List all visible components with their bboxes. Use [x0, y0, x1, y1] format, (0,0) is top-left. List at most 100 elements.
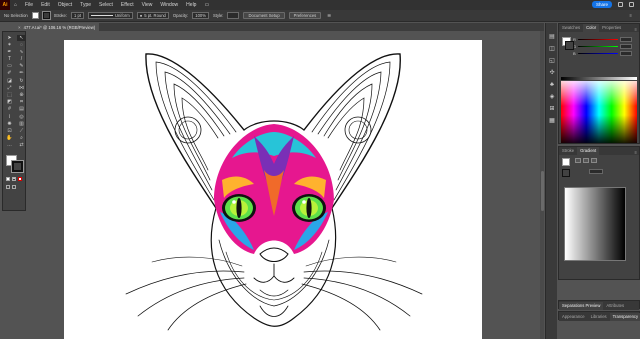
tab-color[interactable]: Color [583, 24, 600, 32]
stroke-swatch[interactable] [41, 11, 51, 20]
free-transform-tool-icon[interactable]: ⬚ [5, 93, 14, 99]
shape-builder-tool-icon[interactable]: ⊕ [17, 93, 26, 99]
panel-menu-icon[interactable]: ≡ [635, 27, 639, 32]
shaper-tool-icon[interactable]: ✐ [5, 71, 14, 77]
graphic-styles-icon[interactable]: ◈ [548, 93, 556, 100]
pencil-tool-icon[interactable]: ✏ [17, 71, 26, 77]
radial-gradient-icon[interactable] [583, 158, 589, 163]
workspace-icon[interactable] [618, 2, 623, 7]
properties-icon[interactable]: ◫ [548, 45, 556, 52]
pen-tool-icon[interactable]: ✒ [5, 49, 14, 55]
gradient-tool-icon[interactable]: ▤ [17, 107, 26, 113]
menu-type[interactable]: Type [76, 2, 95, 8]
scrollbar-thumb[interactable] [540, 171, 544, 211]
arrange-documents-icon[interactable]: ▭ [200, 2, 213, 8]
tab-stroke[interactable]: Stroke [559, 147, 577, 155]
grayscale-bar[interactable] [561, 77, 637, 80]
menu-file[interactable]: File [21, 2, 37, 8]
variable-width-profile[interactable]: Uniform [88, 12, 133, 19]
green-value[interactable] [620, 44, 632, 49]
swap-fill-stroke-icon[interactable]: ⇄ [17, 143, 26, 149]
home-icon[interactable]: ⌂ [10, 2, 21, 8]
symbols-icon[interactable]: ♣ [548, 81, 556, 88]
width-tool-icon[interactable]: ⋈ [17, 85, 26, 91]
menu-select[interactable]: Select [95, 2, 117, 8]
color-spectrum[interactable] [561, 81, 637, 143]
none-mode-icon[interactable] [18, 177, 22, 181]
screen-mode-icon[interactable] [12, 185, 16, 189]
artboard-tool-icon[interactable]: ⊡ [5, 128, 14, 134]
gradient-preview[interactable] [564, 187, 626, 261]
symbol-sprayer-tool-icon[interactable]: ✺ [5, 121, 14, 127]
tab-properties[interactable]: Properties [599, 24, 624, 32]
menu-effect[interactable]: Effect [117, 2, 138, 8]
hand-tool-icon[interactable]: ✋ [5, 136, 14, 142]
gradient-stroke-thumb[interactable] [562, 169, 570, 177]
canvas-area[interactable] [28, 31, 544, 339]
eraser-tool-icon[interactable]: ◪ [5, 78, 14, 84]
control-bar-menu-icon[interactable]: ≡ [630, 13, 632, 18]
menu-view[interactable]: View [138, 2, 157, 8]
menu-edit[interactable]: Edit [37, 2, 54, 8]
tab-appearance[interactable]: Appearance [559, 313, 588, 321]
rectangle-tool-icon[interactable]: ▭ [5, 64, 14, 70]
curvature-tool-icon[interactable]: ∿ [17, 49, 26, 55]
fill-swatch[interactable] [31, 12, 39, 19]
tab-separations-preview[interactable]: Separations Preview [559, 302, 604, 310]
align-panel-icon[interactable]: ▦ [548, 117, 556, 124]
stroke-weight-field[interactable]: 1 pt [71, 12, 85, 19]
tab-libraries[interactable]: Libraries [588, 313, 610, 321]
layers-icon[interactable]: ◱ [548, 57, 556, 64]
blue-value[interactable] [620, 51, 632, 56]
pen-icon[interactable] [629, 2, 634, 7]
green-slider[interactable] [578, 45, 618, 48]
rotate-tool-icon[interactable]: ↻ [17, 78, 26, 84]
live-paint-tool-icon[interactable]: ◩ [5, 100, 14, 106]
tab-swatches[interactable]: Swatches [559, 24, 583, 32]
perspective-grid-tool-icon[interactable]: ⌗ [17, 100, 26, 106]
lasso-tool-icon[interactable]: ◌ [17, 42, 26, 48]
blue-slider[interactable] [578, 52, 618, 55]
linear-gradient-icon[interactable] [575, 158, 581, 163]
libraries-icon[interactable]: ▤ [548, 33, 556, 40]
mesh-tool-icon[interactable]: # [5, 107, 14, 113]
gradient-angle-field[interactable] [589, 169, 603, 174]
selection-tool-icon[interactable]: ➤ [5, 35, 14, 41]
align-icon[interactable]: ☰ [327, 13, 331, 18]
freeform-gradient-icon[interactable] [591, 158, 597, 163]
fill-stroke-indicator[interactable] [6, 155, 24, 173]
menu-window[interactable]: Window [156, 2, 182, 8]
paintbrush-tool-icon[interactable]: ✎ [17, 64, 26, 70]
transform-icon[interactable]: ⊞ [548, 105, 556, 112]
blue-slider-row[interactable]: B [559, 50, 639, 57]
document-tab[interactable]: × 477.AI.ai* @ 106.16 % (RGB/Preview) [14, 23, 100, 31]
vertical-scrollbar[interactable] [540, 31, 544, 339]
style-dropdown[interactable] [227, 12, 240, 19]
close-tab-icon[interactable]: × [18, 25, 21, 30]
document-setup-button[interactable]: Document Setup [243, 12, 285, 19]
scale-tool-icon[interactable]: ⤢ [5, 85, 14, 91]
gradient-fill-thumb[interactable] [562, 158, 570, 166]
edit-toolbar-icon[interactable]: … [5, 143, 14, 149]
blend-tool-icon[interactable]: ◎ [17, 114, 26, 120]
menu-help[interactable]: Help [182, 2, 200, 8]
opacity-field[interactable]: 100% [192, 12, 209, 19]
type-tool-icon[interactable]: T [5, 57, 14, 63]
menu-object[interactable]: Object [54, 2, 76, 8]
tab-transparency[interactable]: Transparency [609, 313, 640, 321]
share-button[interactable]: Share [591, 1, 612, 8]
tab-gradient[interactable]: Gradient [577, 147, 600, 155]
color-stroke-swatch[interactable] [565, 41, 574, 50]
color-mode-icon[interactable] [6, 177, 10, 181]
gradient-panel-menu-icon[interactable]: ≡ [635, 150, 639, 155]
brushes-icon[interactable]: ✣ [548, 69, 556, 76]
line-tool-icon[interactable]: / [17, 57, 26, 63]
magic-wand-tool-icon[interactable]: ✶ [5, 42, 14, 48]
draw-normal-icon[interactable] [6, 185, 10, 189]
direct-selection-tool-icon[interactable]: ↖ [17, 35, 26, 41]
red-slider[interactable] [578, 38, 618, 41]
opacity-label[interactable]: Opacity: [173, 13, 188, 18]
artboard[interactable] [64, 40, 482, 339]
preferences-button[interactable]: Preferences [288, 12, 322, 19]
brush-definition[interactable]: ● 5 pt. Round [136, 12, 169, 19]
